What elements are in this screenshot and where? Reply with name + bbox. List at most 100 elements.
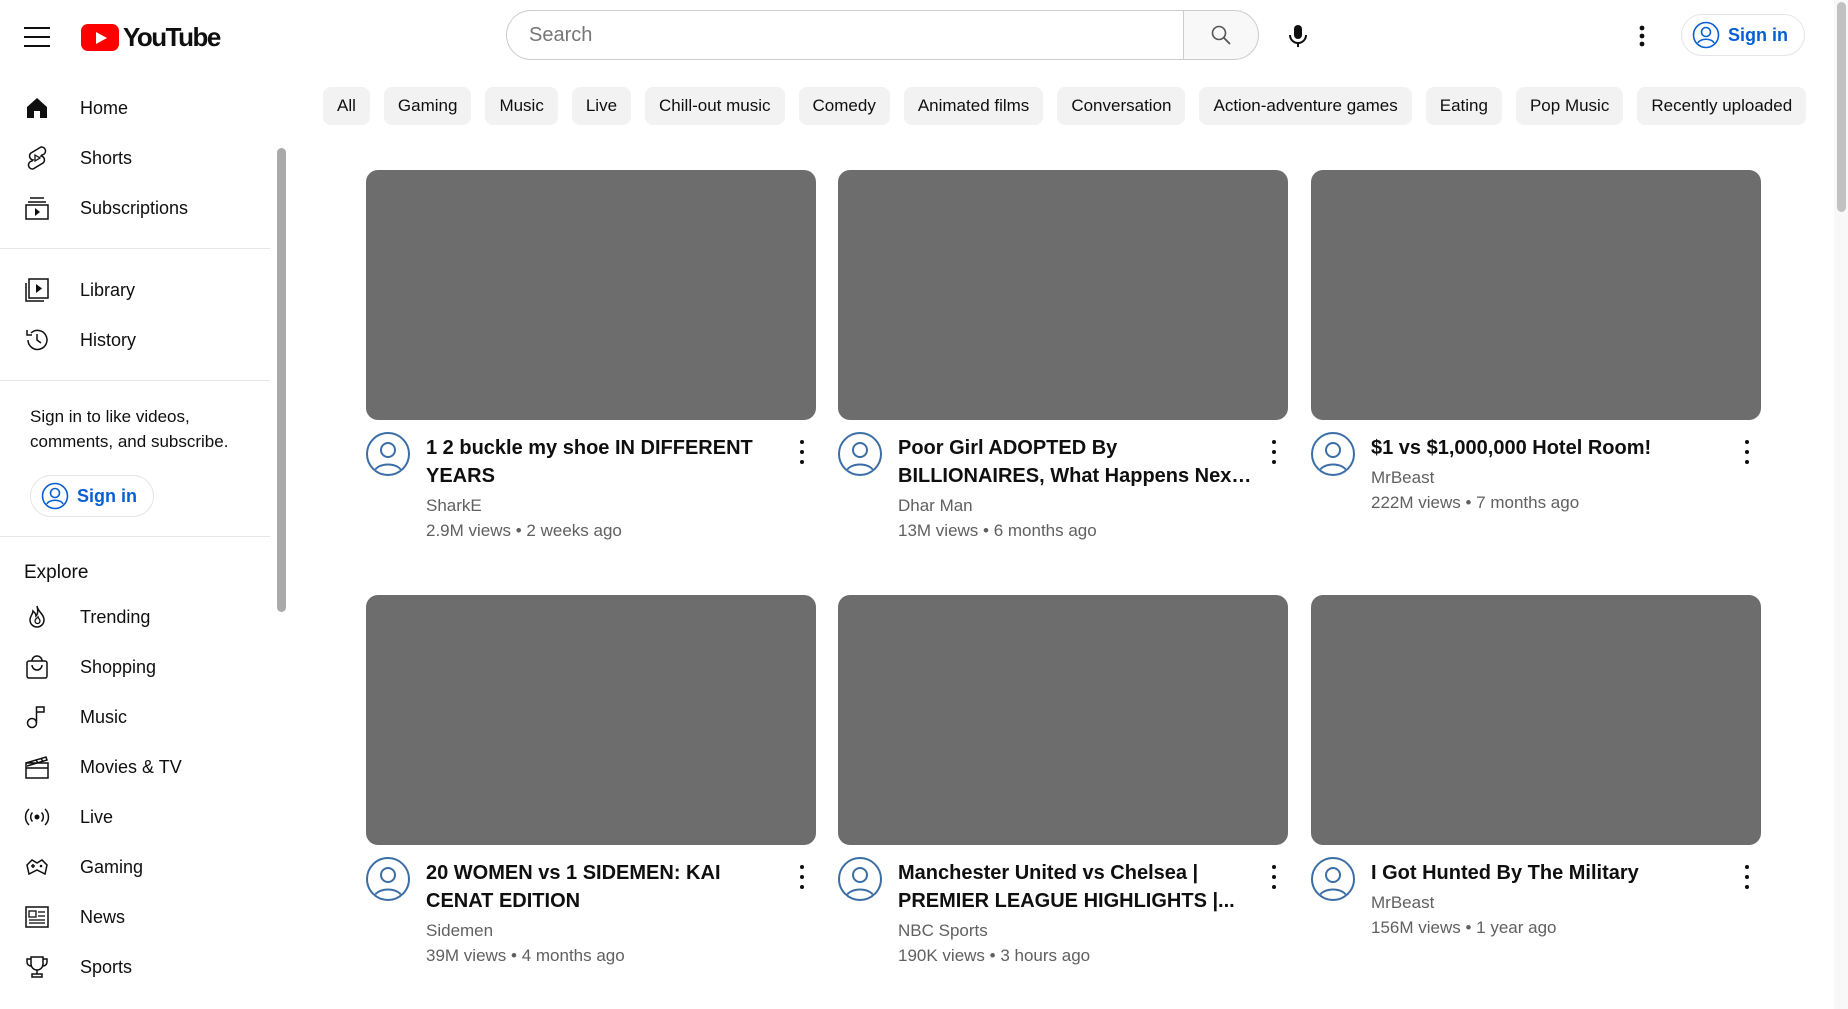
sidebar: Home Shorts Subscriptions Library Histor… <box>0 72 290 1009</box>
sidebar-item-shorts[interactable]: Shorts <box>0 133 270 183</box>
sidebar-item-trending[interactable]: Trending <box>0 592 270 642</box>
sidebar-item-label: Shopping <box>80 656 157 677</box>
home-icon <box>24 95 50 121</box>
video-thumbnail[interactable] <box>838 595 1288 845</box>
voice-search-button[interactable] <box>1278 16 1318 56</box>
library-icon <box>24 277 50 303</box>
video-title[interactable]: I Got Hunted By The Military <box>1371 859 1731 887</box>
search-button[interactable] <box>1183 10 1259 60</box>
sidebar-item-music[interactable]: Music <box>0 692 270 742</box>
channel-avatar[interactable] <box>838 857 882 901</box>
search-box <box>506 10 1259 60</box>
account-icon <box>1692 21 1720 49</box>
sidebar-item-shopping[interactable]: Shopping <box>0 642 270 692</box>
channel-name[interactable]: MrBeast <box>1371 468 1434 488</box>
search-input[interactable] <box>506 10 1183 60</box>
masthead: YouTube Sign in <box>0 0 1848 72</box>
video-menu-icon[interactable] <box>1741 440 1753 464</box>
video-title[interactable]: 1 2 buckle my shoe IN DIFFERENT YEARS <box>426 434 786 490</box>
video-card: 20 WOMEN vs 1 SIDEMEN: KAI CENAT EDITION… <box>366 595 816 995</box>
sidebar-item-label: Live <box>80 806 114 827</box>
sidebar-item-news[interactable]: News <box>0 892 270 942</box>
video-title[interactable]: 20 WOMEN vs 1 SIDEMEN: KAI CENAT EDITION <box>426 859 786 915</box>
sidebar-item-home[interactable]: Home <box>0 83 270 133</box>
sidebar-item-library[interactable]: Library <box>0 265 270 315</box>
sidebar-item-sports[interactable]: Sports <box>0 942 270 992</box>
trophy-icon <box>24 954 50 980</box>
channel-avatar[interactable] <box>1311 432 1355 476</box>
channel-name[interactable]: MrBeast <box>1371 893 1434 913</box>
logo-text: YouTube <box>123 22 221 52</box>
video-menu-icon[interactable] <box>796 440 808 464</box>
video-thumbnail[interactable] <box>838 170 1288 420</box>
video-card: Poor Girl ADOPTED By BILLIONAIRES, What … <box>838 170 1288 570</box>
channel-avatar[interactable] <box>366 432 410 476</box>
video-menu-icon[interactable] <box>1268 440 1280 464</box>
channel-name[interactable]: Dhar Man <box>898 496 973 516</box>
video-title[interactable]: $1 vs $1,000,000 Hotel Room! <box>1371 434 1731 462</box>
chip-eating[interactable]: Eating <box>1425 87 1502 125</box>
video-title[interactable]: Manchester United vs Chelsea | PREMIER L… <box>898 859 1258 915</box>
video-metadata: 156M views • 1 year ago <box>1371 918 1557 937</box>
sidebar-item-live[interactable]: Live <box>0 792 270 842</box>
history-icon <box>24 327 50 353</box>
sidebar-divider <box>0 380 270 381</box>
channel-name[interactable]: NBC Sports <box>898 921 988 941</box>
shopping-icon <box>24 654 50 680</box>
video-menu-icon[interactable] <box>1268 865 1280 889</box>
chip-animated-films[interactable]: Animated films <box>903 87 1044 125</box>
video-menu-icon[interactable] <box>1741 865 1753 889</box>
sidebar-item-label: News <box>80 906 126 927</box>
video-thumbnail[interactable] <box>366 595 816 845</box>
sidebar-item-label: History <box>80 329 137 350</box>
explore-heading: Explore <box>24 562 89 583</box>
sidebar-item-label: Gaming <box>80 856 144 877</box>
channel-name[interactable]: Sidemen <box>426 921 493 941</box>
page-scrollbar-thumb[interactable] <box>1837 2 1846 212</box>
chip-action-adventure-games[interactable]: Action-adventure games <box>1199 87 1412 125</box>
chip-live[interactable]: Live <box>571 87 632 125</box>
chip-all[interactable]: All <box>323 87 370 125</box>
subscriptions-icon <box>24 195 50 221</box>
chip-chill-out-music[interactable]: Chill-out music <box>645 87 785 125</box>
video-menu-icon[interactable] <box>796 865 808 889</box>
youtube-logo[interactable]: YouTube <box>81 22 221 53</box>
sidebar-item-history[interactable]: History <box>0 315 270 365</box>
sidebar-item-label: Music <box>80 706 128 727</box>
trending-icon <box>24 604 50 630</box>
settings-more-button[interactable] <box>1630 18 1654 54</box>
channel-avatar[interactable] <box>366 857 410 901</box>
video-thumbnail[interactable] <box>1311 170 1761 420</box>
sidebar-item-label: Trending <box>80 606 151 627</box>
video-title[interactable]: Poor Girl ADOPTED By BILLIONAIRES, What … <box>898 434 1258 490</box>
channel-avatar[interactable] <box>1311 857 1355 901</box>
chip-gaming[interactable]: Gaming <box>383 87 472 125</box>
menu-icon[interactable] <box>24 24 50 50</box>
sidebar-sign-in-button[interactable]: Sign in <box>30 475 154 517</box>
sidebar-item-subscriptions[interactable]: Subscriptions <box>0 183 270 233</box>
shorts-icon <box>24 145 50 171</box>
chip-recently-uploaded[interactable]: Recently uploaded <box>1637 87 1807 125</box>
sidebar-divider <box>0 536 270 537</box>
sidebar-divider <box>0 248 270 249</box>
video-metadata: 13M views • 6 months ago <box>898 521 1097 540</box>
sign-in-button[interactable]: Sign in <box>1681 14 1805 56</box>
sidebar-item-gaming[interactable]: Gaming <box>0 842 270 892</box>
microphone-icon <box>1289 25 1307 47</box>
video-thumbnail[interactable] <box>366 170 816 420</box>
more-vert-icon <box>1639 25 1645 47</box>
video-card: 1 2 buckle my shoe IN DIFFERENT YEARS Sh… <box>366 170 816 570</box>
sidebar-scrollbar[interactable] <box>277 148 286 612</box>
chip-comedy[interactable]: Comedy <box>798 87 890 125</box>
movies-icon <box>24 754 50 780</box>
channel-avatar[interactable] <box>838 432 882 476</box>
channel-name[interactable]: SharkE <box>426 496 482 516</box>
video-thumbnail[interactable] <box>1311 595 1761 845</box>
chip-pop-music[interactable]: Pop Music <box>1515 87 1624 125</box>
sidebar-item-movies-tv[interactable]: Movies & TV <box>0 742 270 792</box>
chip-music[interactable]: Music <box>485 87 558 125</box>
video-card: I Got Hunted By The Military MrBeast 156… <box>1311 595 1761 995</box>
chip-conversation[interactable]: Conversation <box>1057 87 1186 125</box>
account-icon <box>41 482 69 510</box>
video-metadata: 222M views • 7 months ago <box>1371 493 1580 512</box>
